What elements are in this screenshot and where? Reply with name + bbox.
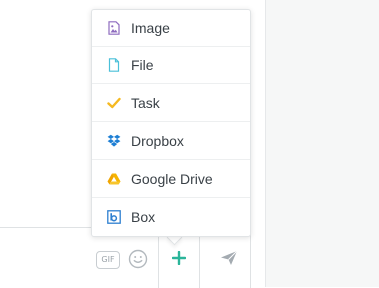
attachment-menu: Image File Task Dropbox Google Drive Box	[91, 9, 251, 237]
image-icon	[107, 21, 121, 35]
file-icon	[107, 58, 121, 72]
dropbox-icon	[107, 134, 121, 148]
paper-plane-icon	[221, 250, 238, 265]
menu-item-label: File	[131, 57, 154, 73]
menu-item-box[interactable]: Box	[92, 199, 250, 236]
menu-item-label: Box	[131, 209, 156, 225]
menu-item-google-drive[interactable]: Google Drive	[92, 161, 250, 198]
menu-item-task[interactable]: Task	[92, 85, 250, 122]
menu-item-file[interactable]: File	[92, 47, 250, 84]
menu-item-dropbox[interactable]: Dropbox	[92, 123, 250, 160]
side-panel	[265, 0, 379, 287]
plus-icon	[172, 251, 186, 265]
gif-button[interactable]: GIF	[96, 251, 120, 269]
menu-item-label: Task	[131, 95, 160, 111]
menu-item-image[interactable]: Image	[92, 10, 250, 47]
emoji-button[interactable]	[128, 249, 148, 269]
google-drive-icon	[107, 172, 121, 186]
checkmark-icon	[107, 96, 121, 110]
menu-item-label: Google Drive	[131, 171, 213, 187]
box-icon	[107, 210, 121, 224]
menu-item-label: Image	[131, 20, 170, 36]
smiley-icon	[128, 249, 148, 269]
send-button[interactable]	[210, 228, 250, 288]
menu-item-label: Dropbox	[131, 133, 184, 149]
